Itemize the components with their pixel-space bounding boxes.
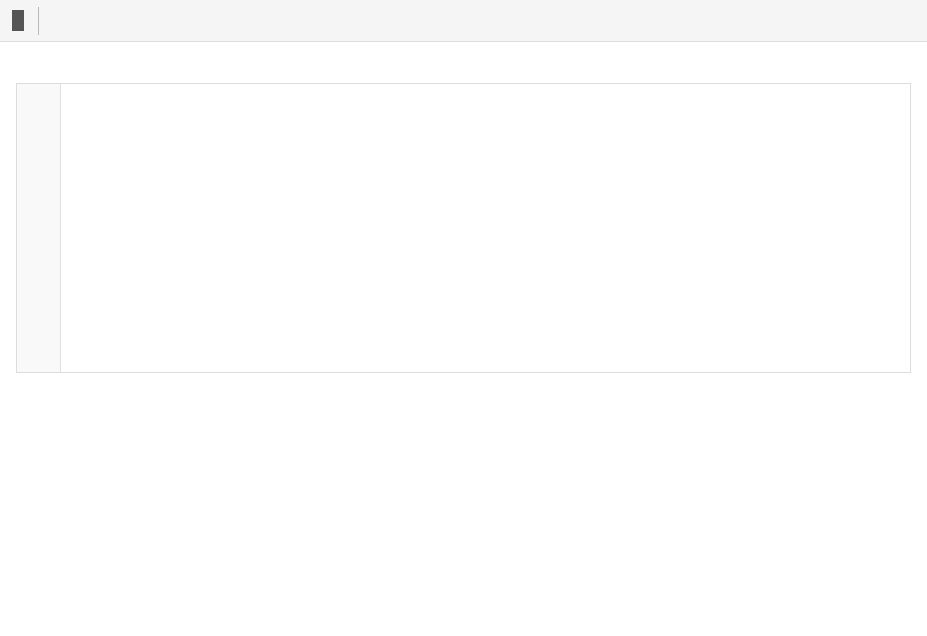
challenge-activity-badge xyxy=(12,10,24,31)
header xyxy=(0,0,927,42)
code-lines[interactable] xyxy=(61,84,910,372)
main-content xyxy=(0,42,927,373)
header-divider xyxy=(38,7,39,35)
code-editor-inner xyxy=(17,84,910,372)
line-numbers xyxy=(17,84,61,372)
code-editor[interactable] xyxy=(16,83,911,373)
